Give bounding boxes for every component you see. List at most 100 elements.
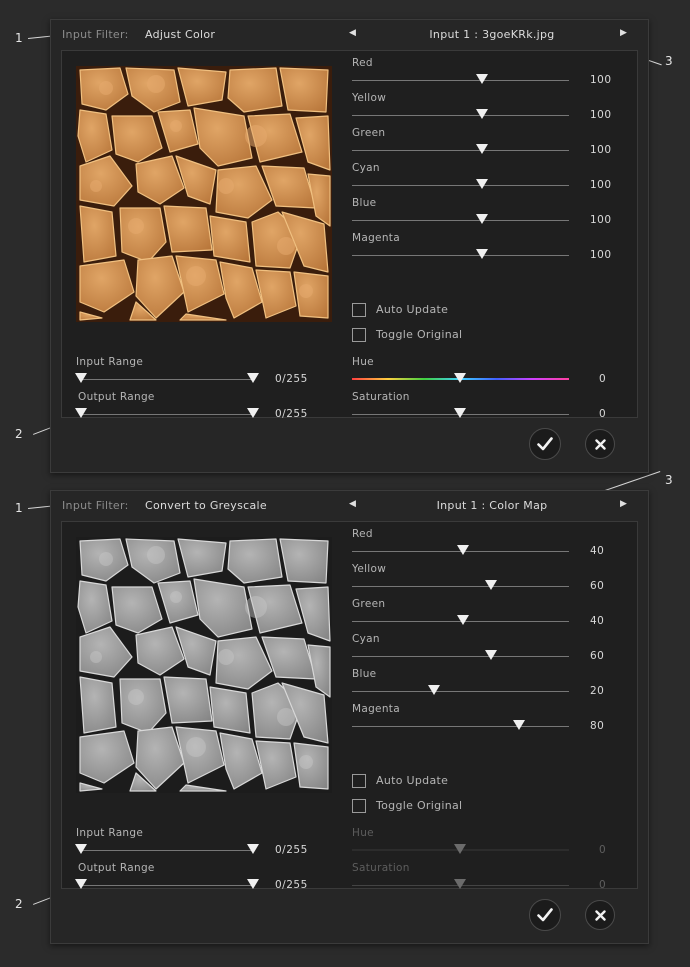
input-filter-name[interactable]: Convert to Greyscale [145, 499, 267, 512]
slider-label: Yellow [352, 92, 387, 104]
input-selector-label[interactable]: Input 1 : 3goeKRk.jpg [367, 28, 617, 41]
hue-slider[interactable]: Hue 0 [352, 356, 622, 386]
slider-value: 0 [599, 408, 607, 420]
range-max-thumb[interactable] [247, 844, 259, 854]
checkbox-box[interactable] [352, 328, 366, 342]
range-min-thumb[interactable] [75, 373, 87, 383]
slider-value: 60 [590, 580, 605, 592]
slider-value: 80 [590, 720, 605, 732]
slider-thumb[interactable] [428, 685, 441, 695]
slider-track[interactable] [352, 656, 569, 657]
slider-thumb[interactable] [484, 650, 497, 660]
range-min-thumb[interactable] [75, 844, 87, 854]
saturation-slider[interactable]: Saturation 0 [352, 862, 622, 892]
slider-track[interactable] [352, 586, 569, 587]
range-min-thumb[interactable] [75, 879, 87, 889]
slider-track[interactable] [81, 414, 253, 415]
slider-label: Saturation [352, 391, 410, 403]
green-slider[interactable]: Green 100 [352, 127, 622, 157]
slider-thumb[interactable] [454, 879, 466, 889]
slider-label: Input Range [76, 356, 144, 368]
range-max-thumb[interactable] [247, 879, 259, 889]
hue-slider[interactable]: Hue 0 [352, 827, 622, 857]
apply-button[interactable] [529, 428, 561, 460]
input-range-slider[interactable]: Input Range 0/255 [75, 827, 336, 857]
slider-value: 40 [590, 545, 605, 557]
slider-value: 60 [590, 650, 605, 662]
slider-value: 100 [590, 74, 612, 86]
slider-value: 100 [590, 144, 612, 156]
checkbox-box[interactable] [352, 774, 366, 788]
slider-track[interactable] [352, 726, 569, 727]
slider-label: Input Range [76, 827, 144, 839]
slider-label: Blue [352, 668, 377, 680]
slider-track[interactable] [352, 185, 569, 186]
slider-thumb[interactable] [476, 249, 489, 259]
input-filter-caption: Input Filter: [62, 499, 129, 512]
cancel-button[interactable] [585, 429, 615, 459]
slider-thumb[interactable] [476, 109, 489, 119]
input-range-slider[interactable]: Input Range 0/255 [75, 356, 336, 386]
slider-label: Cyan [352, 162, 380, 174]
slider-thumb[interactable] [454, 844, 466, 854]
checkbox-box[interactable] [352, 799, 366, 813]
output-range-slider[interactable]: Output Range 0/255 [75, 862, 336, 892]
yellow-slider[interactable]: Yellow 60 [352, 563, 622, 593]
input-filter-name[interactable]: Adjust Color [145, 28, 215, 41]
preview-image [76, 537, 332, 793]
prev-input-arrow-icon[interactable]: ◀ [349, 28, 356, 38]
slider-label: Output Range [78, 391, 155, 403]
slider-thumb[interactable] [454, 408, 466, 418]
slider-thumb[interactable] [484, 580, 497, 590]
blue-slider[interactable]: Blue 20 [352, 668, 622, 698]
slider-label: Hue [352, 827, 374, 839]
filter-panel: Red 100 Yellow 100 Green 100 Cyan 100 Bl… [61, 50, 638, 421]
slider-track[interactable] [352, 255, 569, 256]
cyan-slider[interactable]: Cyan 60 [352, 633, 622, 663]
slider-track[interactable] [81, 885, 253, 886]
slider-thumb[interactable] [476, 74, 489, 84]
slider-track[interactable] [352, 80, 569, 81]
cancel-button[interactable] [585, 900, 615, 930]
slider-thumb[interactable] [456, 545, 469, 555]
slider-value: 40 [590, 615, 605, 627]
checkbox-box[interactable] [352, 303, 366, 317]
input-selector-label[interactable]: Input 1 : Color Map [367, 499, 617, 512]
slider-track[interactable] [81, 850, 253, 851]
blue-slider[interactable]: Blue 100 [352, 197, 622, 227]
yellow-slider[interactable]: Yellow 100 [352, 92, 622, 122]
slider-track[interactable] [352, 220, 569, 221]
prev-input-arrow-icon[interactable]: ◀ [349, 499, 356, 509]
slider-thumb[interactable] [476, 179, 489, 189]
close-icon [594, 909, 606, 921]
slider-thumb[interactable] [476, 144, 489, 154]
red-slider[interactable]: Red 40 [352, 528, 622, 558]
greyscale-dialog: Input Filter: Convert to Greyscale ◀ Inp… [50, 490, 649, 944]
green-slider[interactable]: Green 40 [352, 598, 622, 628]
red-slider[interactable]: Red 100 [352, 57, 622, 87]
slider-thumb[interactable] [456, 615, 469, 625]
slider-thumb[interactable] [454, 373, 466, 383]
slider-track[interactable] [352, 115, 569, 116]
slider-thumb[interactable] [513, 720, 526, 730]
saturation-slider[interactable]: Saturation 0 [352, 391, 622, 421]
cyan-slider[interactable]: Cyan 100 [352, 162, 622, 192]
output-range-slider[interactable]: Output Range 0/255 [75, 391, 336, 421]
slider-label: Saturation [352, 862, 410, 874]
next-input-arrow-icon[interactable]: ▶ [620, 28, 627, 38]
magenta-slider[interactable]: Magenta 80 [352, 703, 622, 733]
slider-track[interactable] [352, 691, 569, 692]
range-max-thumb[interactable] [247, 373, 259, 383]
range-min-thumb[interactable] [75, 408, 87, 418]
slider-track[interactable] [81, 379, 253, 380]
slider-thumb[interactable] [476, 214, 489, 224]
slider-label: Yellow [352, 563, 387, 575]
toggle-original-label: Toggle Original [376, 328, 463, 341]
range-max-thumb[interactable] [247, 408, 259, 418]
callout-1-top: 1 [15, 31, 23, 45]
apply-button[interactable] [529, 899, 561, 931]
next-input-arrow-icon[interactable]: ▶ [620, 499, 627, 509]
magenta-slider[interactable]: Magenta 100 [352, 232, 622, 262]
auto-update-label: Auto Update [376, 303, 449, 316]
slider-track[interactable] [352, 150, 569, 151]
